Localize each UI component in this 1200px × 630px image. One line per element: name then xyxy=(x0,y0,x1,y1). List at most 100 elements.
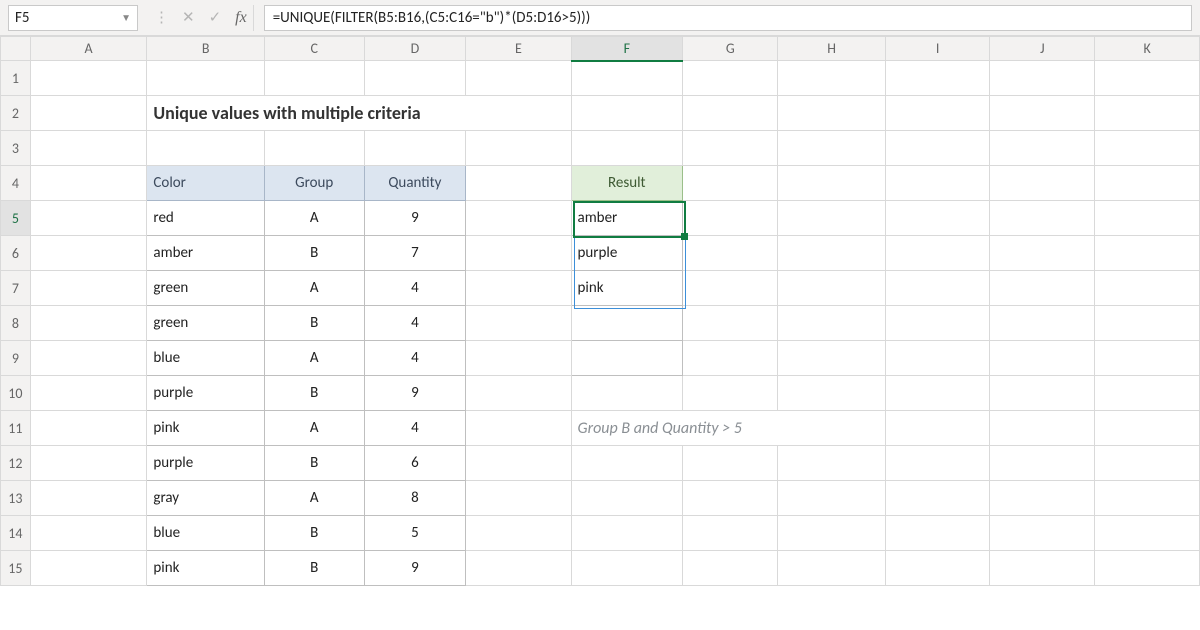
cell-value: 4 xyxy=(411,349,419,367)
data-cell[interactable]: A xyxy=(264,341,364,376)
result-cell[interactable] xyxy=(571,306,683,341)
data-cell[interactable]: B xyxy=(264,236,364,271)
row-header[interactable]: 2 xyxy=(1,96,31,131)
data-cell[interactable]: 9 xyxy=(364,551,466,586)
row-header[interactable]: 1 xyxy=(1,61,31,96)
row-header[interactable]: 3 xyxy=(1,131,31,166)
row-header[interactable]: 15 xyxy=(1,551,31,586)
name-box[interactable]: F5 ▼ xyxy=(8,5,138,31)
row-header[interactable]: 8 xyxy=(1,306,31,341)
data-cell[interactable]: gray xyxy=(147,481,265,516)
row-header[interactable]: 6 xyxy=(1,236,31,271)
data-cell[interactable]: green xyxy=(147,306,265,341)
data-cell[interactable]: 9 xyxy=(364,201,466,236)
result-cell[interactable]: amber xyxy=(571,201,683,236)
data-cell[interactable]: 4 xyxy=(364,306,466,341)
grid-row: 5 red A 9 amber xyxy=(1,201,1200,236)
cell-value: blue xyxy=(153,524,180,542)
row-header[interactable]: 7 xyxy=(1,271,31,306)
data-cell[interactable]: B xyxy=(264,306,364,341)
spreadsheet-grid[interactable]: A B C D E F G H I J K 1 2 xyxy=(0,36,1200,586)
data-cell[interactable]: purple xyxy=(147,446,265,481)
col-header[interactable]: B xyxy=(147,37,265,61)
data-cell[interactable]: B xyxy=(264,516,364,551)
data-cell[interactable]: A xyxy=(264,481,364,516)
data-cell[interactable]: blue xyxy=(147,341,265,376)
data-header-cell[interactable]: Quantity xyxy=(364,166,466,201)
data-cell[interactable]: 6 xyxy=(364,446,466,481)
formula-bar-buttons: ⋮ ✕ ✓ fx xyxy=(148,5,254,31)
row-header[interactable]: 9 xyxy=(1,341,31,376)
header-label: Color xyxy=(153,174,186,192)
data-cell[interactable]: green xyxy=(147,271,265,306)
data-cell[interactable]: 4 xyxy=(364,271,466,306)
result-header-cell[interactable]: Result xyxy=(571,166,683,201)
cell-value: A xyxy=(310,279,319,297)
cell-value: B xyxy=(310,244,318,262)
col-header[interactable]: C xyxy=(264,37,364,61)
data-cell[interactable]: pink xyxy=(147,411,265,446)
data-cell[interactable]: A xyxy=(264,201,364,236)
row-header[interactable]: 5 xyxy=(1,201,31,236)
page-title: Unique values with multiple criteria xyxy=(153,102,420,124)
formula-input[interactable]: =UNIQUE(FILTER(B5:B16,(C5:C16="b")*(D5:D… xyxy=(264,5,1192,31)
grid-row: 15 pink B 9 xyxy=(1,551,1200,586)
data-cell[interactable]: amber xyxy=(147,236,265,271)
data-cell[interactable]: B xyxy=(264,446,364,481)
grid-row: 8 green B 4 xyxy=(1,306,1200,341)
col-header[interactable]: A xyxy=(30,37,147,61)
page-title-cell[interactable]: Unique values with multiple criteria xyxy=(147,96,571,131)
data-cell[interactable]: 9 xyxy=(364,376,466,411)
data-cell[interactable]: 7 xyxy=(364,236,466,271)
cell-value: 9 xyxy=(411,559,419,577)
data-cell[interactable]: 4 xyxy=(364,411,466,446)
data-cell[interactable]: 4 xyxy=(364,341,466,376)
cell-value: pink xyxy=(153,559,179,577)
col-header[interactable]: E xyxy=(466,37,571,61)
data-cell[interactable]: 5 xyxy=(364,516,466,551)
data-cell[interactable]: blue xyxy=(147,516,265,551)
note-cell[interactable]: Group B and Quantity > 5 xyxy=(571,411,885,446)
options-icon[interactable]: ⋮ xyxy=(154,8,168,27)
cell-value: amber xyxy=(153,244,193,262)
cell-value: 4 xyxy=(411,279,419,297)
row-header[interactable]: 12 xyxy=(1,446,31,481)
col-header[interactable]: K xyxy=(1095,37,1200,61)
cell-value: green xyxy=(153,279,188,297)
fx-icon[interactable]: fx xyxy=(235,9,247,27)
header-label: Group xyxy=(295,174,333,192)
data-cell[interactable]: 8 xyxy=(364,481,466,516)
row-header[interactable]: 14 xyxy=(1,516,31,551)
col-header[interactable]: F xyxy=(571,37,683,61)
data-cell[interactable]: A xyxy=(264,271,364,306)
data-header-cell[interactable]: Group xyxy=(264,166,364,201)
col-header[interactable]: I xyxy=(885,37,990,61)
cell-value: amber xyxy=(578,209,618,227)
col-header[interactable]: G xyxy=(683,37,778,61)
data-cell[interactable]: red xyxy=(147,201,265,236)
data-cell[interactable]: pink xyxy=(147,551,265,586)
cell-value: green xyxy=(153,314,188,332)
result-cell[interactable]: purple xyxy=(571,236,683,271)
col-header[interactable]: D xyxy=(364,37,466,61)
row-header[interactable]: 11 xyxy=(1,411,31,446)
data-cell[interactable]: B xyxy=(264,376,364,411)
select-all-corner[interactable] xyxy=(1,37,31,61)
col-header[interactable]: J xyxy=(990,37,1095,61)
cell-value: 9 xyxy=(411,209,419,227)
cancel-icon[interactable]: ✕ xyxy=(182,8,195,27)
row-header[interactable]: 4 xyxy=(1,166,31,201)
enter-icon[interactable]: ✓ xyxy=(209,8,222,27)
data-cell[interactable]: B xyxy=(264,551,364,586)
result-cell[interactable] xyxy=(571,341,683,376)
row-header[interactable]: 10 xyxy=(1,376,31,411)
cell-value: 4 xyxy=(411,314,419,332)
row-header[interactable]: 13 xyxy=(1,481,31,516)
cell-value: A xyxy=(310,209,319,227)
chevron-down-icon[interactable]: ▼ xyxy=(121,11,131,24)
data-cell[interactable]: purple xyxy=(147,376,265,411)
col-header[interactable]: H xyxy=(778,37,885,61)
data-header-cell[interactable]: Color xyxy=(147,166,265,201)
result-cell[interactable]: pink xyxy=(571,271,683,306)
data-cell[interactable]: A xyxy=(264,411,364,446)
